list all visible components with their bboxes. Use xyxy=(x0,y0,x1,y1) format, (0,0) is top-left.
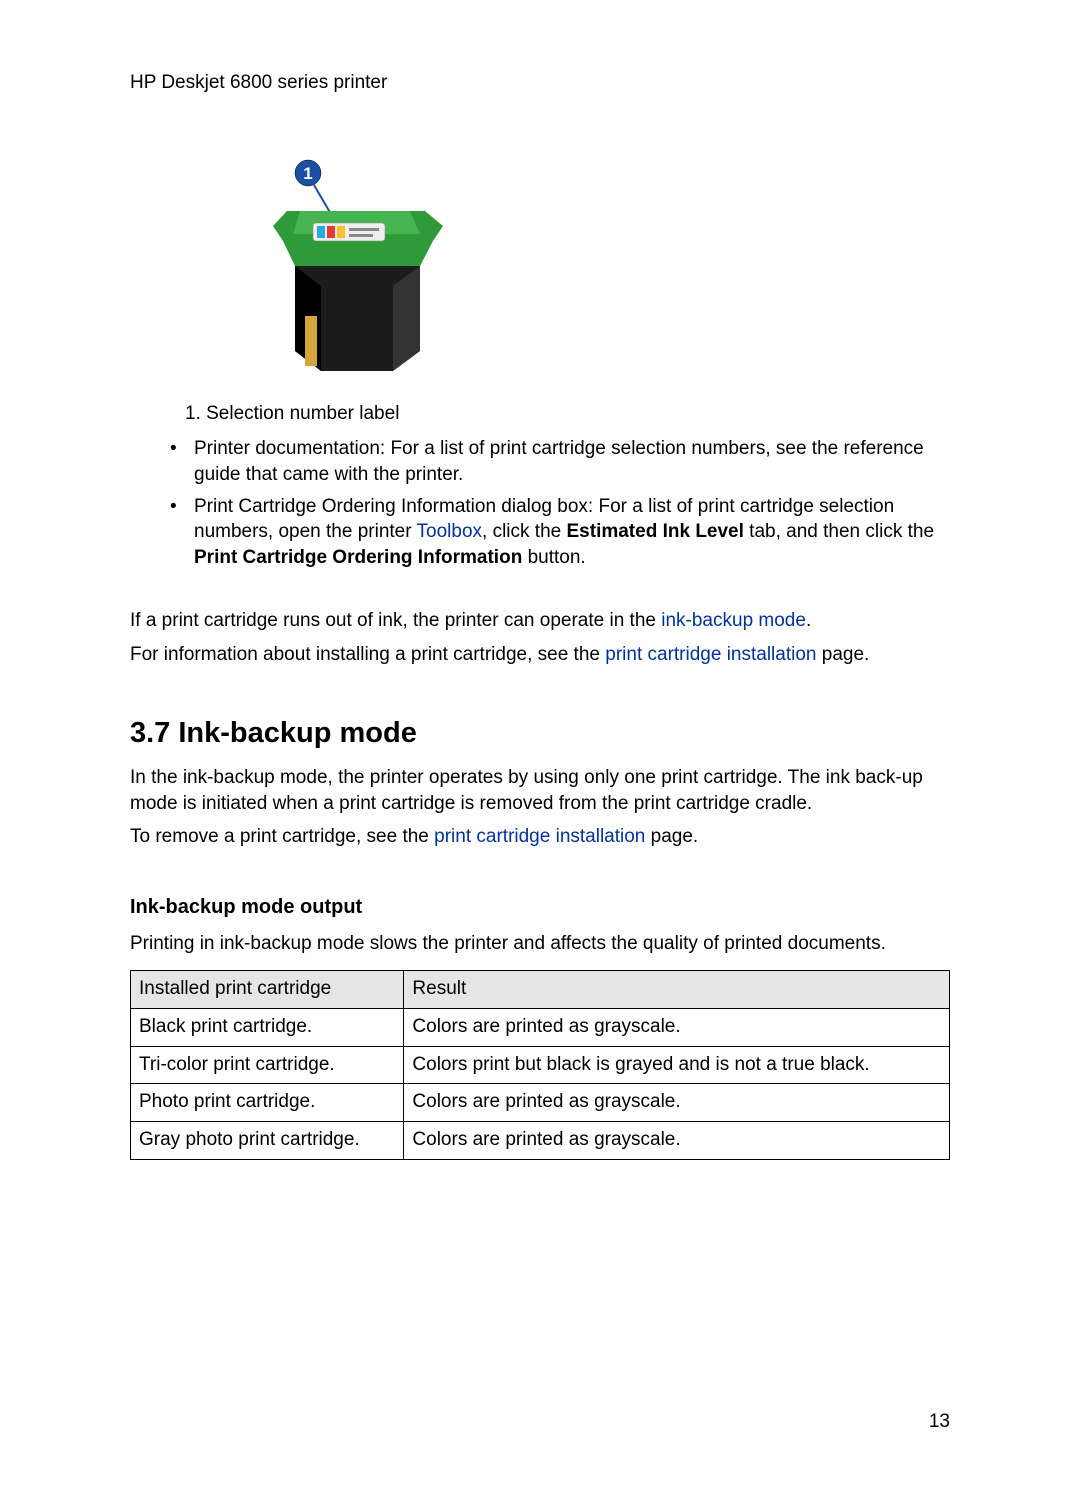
table-header-cell: Installed print cartridge xyxy=(131,971,404,1009)
body-text-part: page. xyxy=(645,826,698,847)
bullet-text-part: , click the xyxy=(482,521,566,542)
callout-number: 1 xyxy=(303,164,312,183)
section-title-ink-backup: 3.7 Ink-backup mode xyxy=(130,714,950,753)
table-cell: Gray photo print cartridge. xyxy=(131,1122,404,1160)
figure-caption: 1. Selection number label xyxy=(185,401,950,427)
table-cell: Photo print cartridge. xyxy=(131,1084,404,1122)
bullet-ordering-info: Print Cartridge Ordering Information dia… xyxy=(130,494,950,571)
body-text-part: page. xyxy=(816,644,869,665)
bullet-text-part: button. xyxy=(522,547,585,568)
table-header-row: Installed print cartridge Result xyxy=(131,971,950,1009)
table-header-cell: Result xyxy=(404,971,950,1009)
bullet-text: Printer documentation: For a list of pri… xyxy=(194,438,924,485)
remove-cartridge-note: To remove a print cartridge, see the pri… xyxy=(130,824,950,850)
ink-backup-mode-link[interactable]: ink-backup mode xyxy=(661,610,806,631)
table-row: Photo print cartridge. Colors are printe… xyxy=(131,1084,950,1122)
ordering-info-button-label: Print Cartridge Ordering Information xyxy=(194,547,522,568)
print-cartridge-installation-link-2[interactable]: print cartridge installation xyxy=(434,826,645,847)
bullet-text-part: tab, and then click the xyxy=(744,521,934,542)
table-cell: Black print cartridge. xyxy=(131,1009,404,1047)
table-row: Gray photo print cartridge. Colors are p… xyxy=(131,1122,950,1160)
body-text-part: If a print cartridge runs out of ink, th… xyxy=(130,610,661,631)
ink-backup-note: If a print cartridge runs out of ink, th… xyxy=(130,608,950,634)
install-cartridge-note: For information about installing a print… xyxy=(130,642,950,668)
table-row: Tri-color print cartridge. Colors print … xyxy=(131,1046,950,1084)
body-text-part: For information about installing a print… xyxy=(130,644,605,665)
subhead-ink-backup-output: Ink-backup mode output xyxy=(130,894,950,921)
bullet-printer-documentation: Printer documentation: For a list of pri… xyxy=(130,436,950,487)
estimated-ink-level-label: Estimated Ink Level xyxy=(567,521,744,542)
body-text-part: . xyxy=(806,610,811,631)
document-page: HP Deskjet 6800 series printer 1 xyxy=(0,0,1080,1495)
table-cell: Colors are printed as grayscale. xyxy=(404,1122,950,1160)
cartridge-illustration: 1 xyxy=(265,156,950,381)
cartridge-info-list: Printer documentation: For a list of pri… xyxy=(130,436,950,570)
table-cell: Colors print but black is grayed and is … xyxy=(404,1046,950,1084)
table-cell: Tri-color print cartridge. xyxy=(131,1046,404,1084)
section-intro: In the ink-backup mode, the printer oper… xyxy=(130,765,950,816)
page-header: HP Deskjet 6800 series printer xyxy=(130,70,950,96)
table-row: Black print cartridge. Colors are printe… xyxy=(131,1009,950,1047)
toolbox-link[interactable]: Toolbox xyxy=(417,521,483,542)
ink-backup-results-table: Installed print cartridge Result Black p… xyxy=(130,970,950,1159)
table-cell: Colors are printed as grayscale. xyxy=(404,1009,950,1047)
subhead-intro: Printing in ink-backup mode slows the pr… xyxy=(130,931,950,957)
print-cartridge-installation-link[interactable]: print cartridge installation xyxy=(605,644,816,665)
page-number: 13 xyxy=(929,1409,950,1435)
body-text-part: To remove a print cartridge, see the xyxy=(130,826,434,847)
table-cell: Colors are printed as grayscale. xyxy=(404,1084,950,1122)
